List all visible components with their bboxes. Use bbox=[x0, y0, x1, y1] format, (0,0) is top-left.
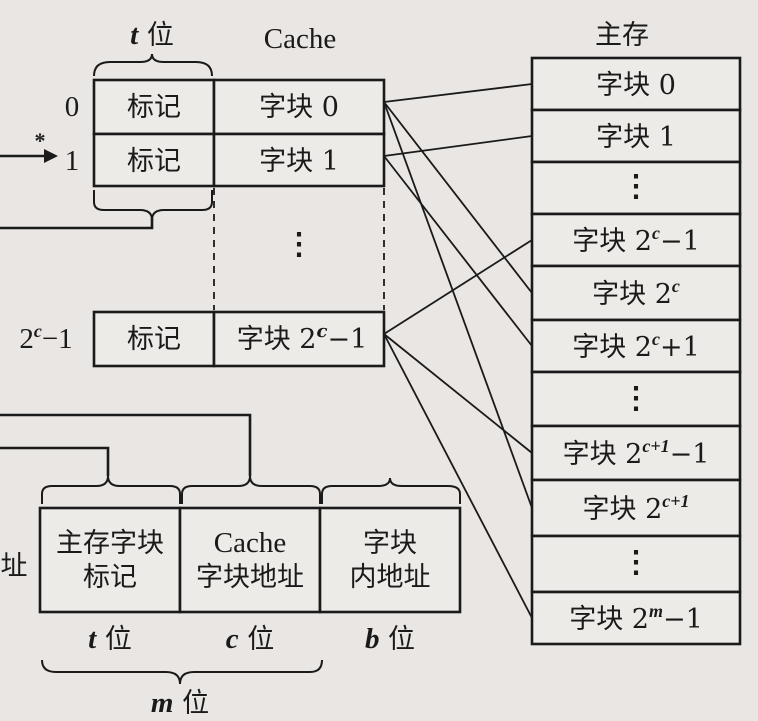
mem-block-label-1: 字块 1 bbox=[596, 122, 676, 153]
addr-offset-brace-top bbox=[321, 477, 461, 504]
addr-field-index bbox=[178, 506, 322, 614]
addr-tag-width: t 位 bbox=[88, 623, 132, 655]
diagram-canvas: Cache t 位 0 标记 字块 0 1 标记 字块 1 * ⋮ 2c−1 标… bbox=[0, 19, 742, 719]
addr-total-brace bbox=[41, 659, 323, 685]
cache-line-0: 0 标记 字块 0 bbox=[65, 78, 386, 136]
mem-block-label-0: 字块 0 bbox=[596, 70, 676, 101]
current-line-pointer: * bbox=[0, 128, 58, 163]
addr-offset-width: b 位 bbox=[365, 623, 415, 655]
map-last-to-2c1-1 bbox=[383, 333, 533, 454]
cache-line-1: 1 标记 字块 1 bbox=[65, 132, 386, 188]
cache-tag-label-last: 标记 bbox=[127, 324, 181, 355]
addr-total-width: m 位 bbox=[151, 687, 209, 719]
addr-index-brace-top bbox=[181, 475, 321, 504]
main-memory-title: 主存 bbox=[595, 20, 649, 51]
map-0-to-2c1 bbox=[383, 101, 533, 509]
mem-block-label-2c+1: 字块 2c+1 bbox=[572, 329, 700, 363]
addr-field-offset bbox=[318, 506, 462, 614]
cache-line-index-0: 0 bbox=[65, 91, 80, 123]
addr-field-index-line2: 字块地址 bbox=[196, 562, 304, 593]
map-0-to-2c bbox=[383, 101, 533, 294]
direct-mapped-cache-diagram: Cache t 位 0 标记 字块 0 1 标记 字块 1 * ⋮ 2c−1 标… bbox=[0, 0, 758, 721]
cache-tag-label-0: 标记 bbox=[127, 92, 181, 123]
main-memory-column: 字块 0 字块 1 ⋮ 字块 2c−1 字块 2c 字块 2c+1 ⋮ 字块 2… bbox=[530, 56, 742, 646]
map-1-to-2c+1 bbox=[383, 155, 533, 347]
cache-block-label-last: 字块 2c−1 bbox=[237, 321, 368, 355]
cache-header: Cache bbox=[264, 23, 336, 55]
addr-field-offset-line2: 内地址 bbox=[350, 562, 431, 593]
addr-left-cut-label: 址 bbox=[1, 551, 28, 582]
mem-block-label-2c-1: 字块 2c−1 bbox=[572, 223, 700, 257]
tag-bottom-bracket-right bbox=[151, 190, 213, 221]
tag-to-comparator-wire bbox=[0, 218, 154, 230]
addr-field-index-line1: Cache bbox=[214, 527, 286, 559]
cache-line-index-last: 2c−1 bbox=[19, 321, 72, 355]
cache-block-label-0: 字块 0 bbox=[259, 92, 339, 123]
mem-block-label-2c+1-1: 字块 2c+1−1 bbox=[563, 436, 710, 470]
cache-line-last: 2c−1 标记 字块 2c−1 bbox=[19, 310, 386, 368]
tag-width-brace bbox=[93, 53, 213, 77]
addr-tag-wire bbox=[0, 446, 110, 476]
tag-width-label: t 位 bbox=[130, 19, 174, 51]
mem-block-label-2m-1: 字块 2m−1 bbox=[569, 601, 703, 635]
cache-tag-label-1: 标记 bbox=[127, 146, 181, 177]
addr-index-wire bbox=[0, 413, 252, 476]
addr-tag-brace-top bbox=[41, 475, 181, 504]
mem-ellipsis-1: ⋮ bbox=[621, 169, 651, 204]
cache-ellipsis: ⋮ bbox=[284, 227, 314, 262]
map-last-to-2c-1 bbox=[383, 239, 533, 335]
map-0-to-0 bbox=[383, 83, 533, 103]
pointer-asterisk: * bbox=[35, 128, 46, 153]
addr-field-offset-line1: 字块 bbox=[363, 528, 417, 559]
addr-field-tag-line1: 主存字块 bbox=[56, 528, 164, 559]
mem-ellipsis-2: ⋮ bbox=[621, 381, 651, 416]
tag-bottom-bracket-left bbox=[93, 190, 153, 221]
cache-block-label-1: 字块 1 bbox=[259, 146, 339, 177]
addr-index-width: c 位 bbox=[226, 623, 274, 655]
cache-line-index-1: 1 bbox=[65, 145, 80, 177]
cache-title: Cache bbox=[264, 23, 336, 55]
addr-field-tag bbox=[38, 506, 182, 614]
address-format: 址 主存字块 标记 Cache 字块地址 字块 内地址 t 位 c 位 b 位 … bbox=[0, 413, 462, 719]
map-1-to-1 bbox=[383, 135, 533, 157]
mem-ellipsis-3: ⋮ bbox=[621, 545, 651, 580]
mem-block-label-2c: 字块 2c bbox=[592, 276, 680, 310]
pointer-arrowhead bbox=[44, 149, 58, 163]
tag-width-text: t 位 bbox=[130, 19, 174, 51]
addr-field-tag-line2: 标记 bbox=[83, 562, 137, 593]
